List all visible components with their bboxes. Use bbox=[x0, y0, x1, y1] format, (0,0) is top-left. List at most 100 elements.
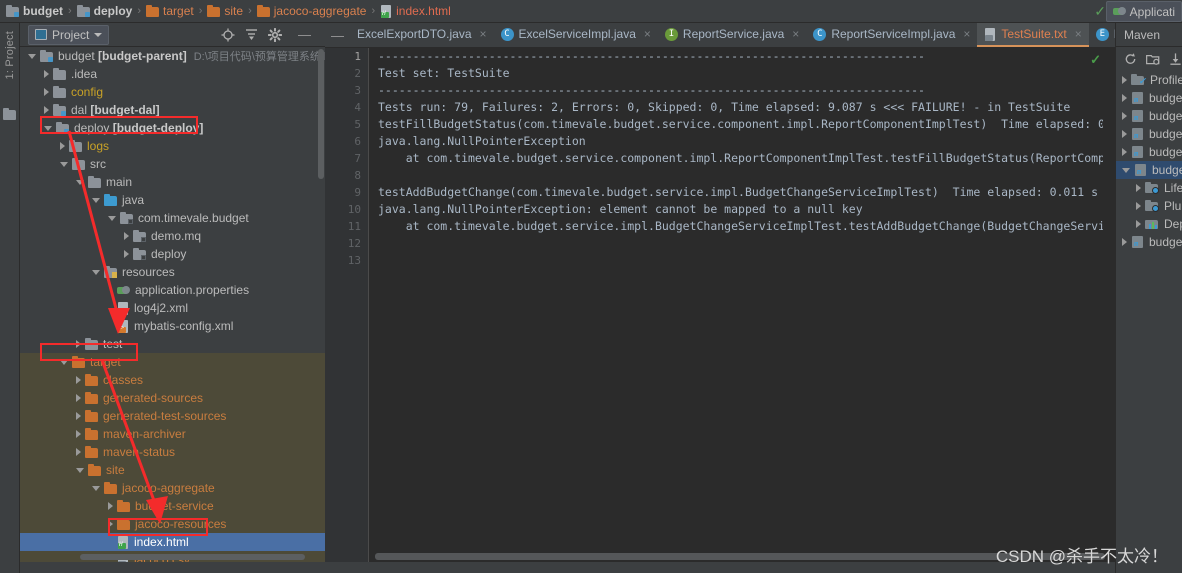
chevron-down-icon[interactable] bbox=[60, 359, 68, 365]
chevron-right-icon[interactable] bbox=[44, 88, 49, 96]
chevron-down-icon[interactable] bbox=[108, 215, 116, 221]
editor-area[interactable]: 1 2 3 4 5 6 7 8 9 10 11 12 13 ----------------------… bbox=[325, 48, 1115, 562]
tree-row[interactable]: classes bbox=[20, 371, 325, 389]
locate-icon[interactable] bbox=[221, 28, 235, 42]
project-tree[interactable]: budget [budget-parent] D:\项目代码\预算管理系统\bu.… bbox=[20, 47, 325, 562]
maven-tree-row[interactable]: ✓ Profile bbox=[1116, 71, 1182, 89]
maven-tree-row[interactable]: mbudge bbox=[1116, 161, 1182, 179]
tree-row[interactable]: java bbox=[20, 191, 325, 209]
tree-row[interactable]: maven-status bbox=[20, 443, 325, 461]
chevron-right-icon[interactable] bbox=[76, 394, 81, 402]
editor-vscrollbar[interactable] bbox=[1103, 48, 1115, 562]
hide-minus-icon[interactable]: — bbox=[292, 27, 317, 42]
editor-tab[interactable]: C ExcelServiceImpl.java × bbox=[494, 23, 658, 47]
chevron-right-icon[interactable] bbox=[1122, 238, 1127, 246]
hide-editor-minus-icon[interactable]: — bbox=[325, 23, 350, 47]
chevron-down-icon[interactable] bbox=[92, 485, 100, 491]
chevron-down-icon[interactable] bbox=[92, 269, 100, 275]
chevron-right-icon[interactable] bbox=[1122, 148, 1127, 156]
tree-row[interactable]: budget-service bbox=[20, 497, 325, 515]
editor-tab[interactable]: EReportSta× bbox=[1089, 23, 1115, 47]
close-icon[interactable]: × bbox=[644, 27, 651, 41]
maven-tree-row[interactable]: mbudge bbox=[1116, 125, 1182, 143]
chevron-right-icon[interactable] bbox=[1136, 202, 1141, 210]
chevron-down-icon[interactable] bbox=[60, 161, 68, 167]
chevron-down-icon[interactable] bbox=[92, 197, 100, 203]
maven-tree-row[interactable]: Dep bbox=[1116, 215, 1182, 233]
run-configuration-selector[interactable]: Applicati bbox=[1105, 1, 1182, 22]
tree-row[interactable]: mybatis-config.xml bbox=[20, 317, 325, 335]
add-maven-project-icon[interactable] bbox=[1146, 52, 1160, 66]
project-tree-vscrollbar[interactable] bbox=[318, 49, 324, 179]
chevron-right-icon[interactable] bbox=[76, 412, 81, 420]
chevron-down-icon[interactable] bbox=[28, 53, 36, 59]
maven-tree-row[interactable]: mbudge bbox=[1116, 89, 1182, 107]
sidebar-tab-project[interactable]: 1: Project bbox=[2, 27, 18, 83]
tree-row[interactable]: demo.mq bbox=[20, 227, 325, 245]
settings-gear-icon[interactable] bbox=[268, 27, 282, 42]
tree-row[interactable]: budget [budget-parent] D:\项目代码\预算管理系统\bu bbox=[20, 47, 325, 65]
editor-tab[interactable]: C ReportServiceImpl.java × bbox=[806, 23, 977, 47]
tree-row[interactable]: generated-sources bbox=[20, 389, 325, 407]
tree-row[interactable]: maven-archiver bbox=[20, 425, 325, 443]
close-icon[interactable]: × bbox=[1075, 27, 1082, 41]
maven-tree-row[interactable]: mbudge bbox=[1116, 233, 1182, 251]
tree-row[interactable]: deploy [budget-deploy] bbox=[20, 119, 325, 137]
breadcrumb-item-jacoco-aggregate[interactable]: jacoco-aggregate bbox=[255, 4, 369, 18]
close-icon[interactable]: × bbox=[963, 27, 970, 41]
chevron-right-icon[interactable] bbox=[44, 106, 49, 114]
tree-row[interactable]: jacoco-resources bbox=[20, 515, 325, 533]
close-icon[interactable]: × bbox=[792, 27, 799, 41]
tree-row[interactable]: test bbox=[20, 335, 325, 353]
maven-tree-row[interactable]: mbudge bbox=[1116, 107, 1182, 125]
chevron-right-icon[interactable] bbox=[76, 340, 81, 348]
chevron-right-icon[interactable] bbox=[76, 430, 81, 438]
collapse-all-icon[interactable] bbox=[245, 28, 258, 42]
maven-tree-row[interactable]: mbudge bbox=[1116, 143, 1182, 161]
tree-row[interactable]: resources bbox=[20, 263, 325, 281]
tree-row[interactable]: dal [budget-dal] bbox=[20, 101, 325, 119]
breadcrumb-item-target[interactable]: target bbox=[144, 4, 196, 18]
tree-row[interactable]: generated-test-sources bbox=[20, 407, 325, 425]
inspection-ok-icon[interactable]: ✓ bbox=[1090, 52, 1101, 68]
chevron-right-icon[interactable] bbox=[1122, 112, 1127, 120]
chevron-right-icon[interactable] bbox=[1122, 130, 1127, 138]
chevron-down-icon[interactable] bbox=[76, 179, 84, 185]
chevron-right-icon[interactable] bbox=[60, 142, 65, 150]
tree-row[interactable]: target bbox=[20, 353, 325, 371]
tree-row[interactable]: application.properties bbox=[20, 281, 325, 299]
chevron-right-icon[interactable] bbox=[124, 232, 129, 240]
tree-row[interactable]: src bbox=[20, 155, 325, 173]
chevron-right-icon[interactable] bbox=[76, 376, 81, 384]
chevron-right-icon[interactable] bbox=[124, 250, 129, 258]
maven-tree-row[interactable]: Plu bbox=[1116, 197, 1182, 215]
editor-tab[interactable]: ExcelExportDTO.java × bbox=[350, 23, 494, 47]
tree-row[interactable]: site bbox=[20, 461, 325, 479]
chevron-right-icon[interactable] bbox=[1136, 184, 1141, 192]
chevron-down-icon[interactable] bbox=[76, 467, 84, 473]
chevron-down-icon[interactable] bbox=[44, 125, 52, 131]
chevron-right-icon[interactable] bbox=[1136, 220, 1141, 228]
editor-tab[interactable]: TestSuite.txt × bbox=[977, 23, 1089, 47]
tree-row[interactable]: com.timevale.budget bbox=[20, 209, 325, 227]
editor-code[interactable]: ----------------------------------------… bbox=[370, 48, 1115, 562]
tree-row[interactable]: jacoco-aggregate bbox=[20, 479, 325, 497]
chevron-right-icon[interactable] bbox=[108, 520, 113, 528]
download-sources-icon[interactable] bbox=[1169, 52, 1182, 66]
tree-row[interactable]: log4j2.xml bbox=[20, 299, 325, 317]
maven-tree-row[interactable]: Life bbox=[1116, 179, 1182, 197]
chevron-right-icon[interactable] bbox=[1122, 94, 1127, 102]
breadcrumb-item-budget[interactable]: budget bbox=[4, 4, 65, 18]
chevron-right-icon[interactable] bbox=[44, 70, 49, 78]
tree-row[interactable]: logs bbox=[20, 137, 325, 155]
breadcrumb-item-index-html[interactable]: index.html bbox=[378, 4, 453, 18]
tree-row[interactable]: deploy bbox=[20, 245, 325, 263]
chevron-right-icon[interactable] bbox=[1122, 76, 1127, 84]
editor-tab[interactable]: I ReportService.java × bbox=[658, 23, 806, 47]
close-icon[interactable]: × bbox=[480, 27, 487, 41]
tree-row[interactable]: .idea bbox=[20, 65, 325, 83]
breadcrumb-item-deploy[interactable]: deploy bbox=[75, 4, 135, 18]
project-view-combo[interactable]: Project bbox=[28, 24, 110, 45]
chevron-right-icon[interactable] bbox=[76, 448, 81, 456]
project-tree-hscrollbar[interactable] bbox=[80, 554, 305, 560]
